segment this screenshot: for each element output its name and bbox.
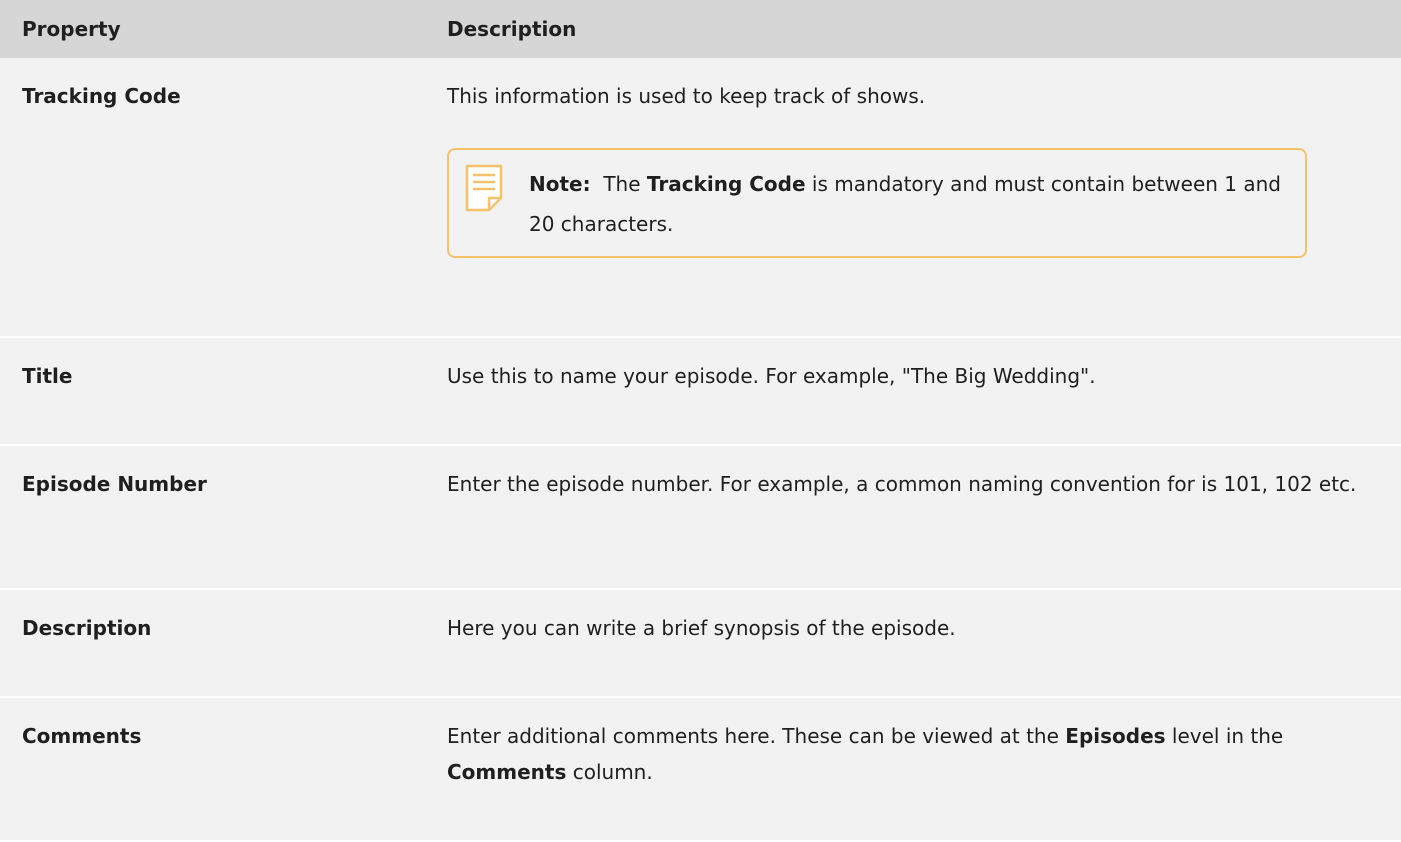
description-part: column. xyxy=(572,760,653,784)
description-text: This information is used to keep track o… xyxy=(447,84,926,108)
property-description: Enter additional comments here. These ca… xyxy=(425,697,1401,842)
column-header-property: Property xyxy=(0,0,425,58)
property-description: This information is used to keep track o… xyxy=(425,58,1401,338)
note-label: Note: xyxy=(529,172,591,196)
column-header-description: Description xyxy=(425,0,1401,58)
property-description: Here you can write a brief synopsis of t… xyxy=(425,589,1401,698)
table-header-row: Property Description xyxy=(0,0,1401,58)
note-callout: Note: The Tracking Code is mandatory and… xyxy=(447,148,1307,258)
description-part: level in the xyxy=(1171,724,1284,748)
note-text: Note: The Tracking Code is mandatory and… xyxy=(529,164,1285,244)
note-text-post: is mandatory and must contain between 1 … xyxy=(529,172,1281,236)
property-description: Use this to name your episode. For examp… xyxy=(425,337,1401,446)
table-row: Episode Number Enter the episode number.… xyxy=(0,445,1401,590)
description-bold-episodes: Episodes xyxy=(1065,724,1166,748)
table-row: Tracking Code This information is used t… xyxy=(0,58,1401,338)
property-name: Tracking Code xyxy=(0,58,425,338)
description-bold-comments: Comments xyxy=(447,760,567,784)
property-description: Enter the episode number. For example, a… xyxy=(425,445,1401,590)
note-text-bold: Tracking Code xyxy=(646,172,806,196)
property-name: Episode Number xyxy=(0,445,425,590)
table-row: Title Use this to name your episode. For… xyxy=(0,337,1401,446)
note-text-pre: The xyxy=(603,172,641,196)
table-row: Description Here you can write a brief s… xyxy=(0,589,1401,698)
property-name: Description xyxy=(0,589,425,698)
note-icon xyxy=(465,164,503,212)
description-part: Enter additional comments here. These ca… xyxy=(447,724,1059,748)
property-table: Property Description Tracking Code This … xyxy=(0,0,1401,842)
property-name: Comments xyxy=(0,697,425,842)
property-name: Title xyxy=(0,337,425,446)
table-row: Comments Enter additional comments here.… xyxy=(0,697,1401,842)
